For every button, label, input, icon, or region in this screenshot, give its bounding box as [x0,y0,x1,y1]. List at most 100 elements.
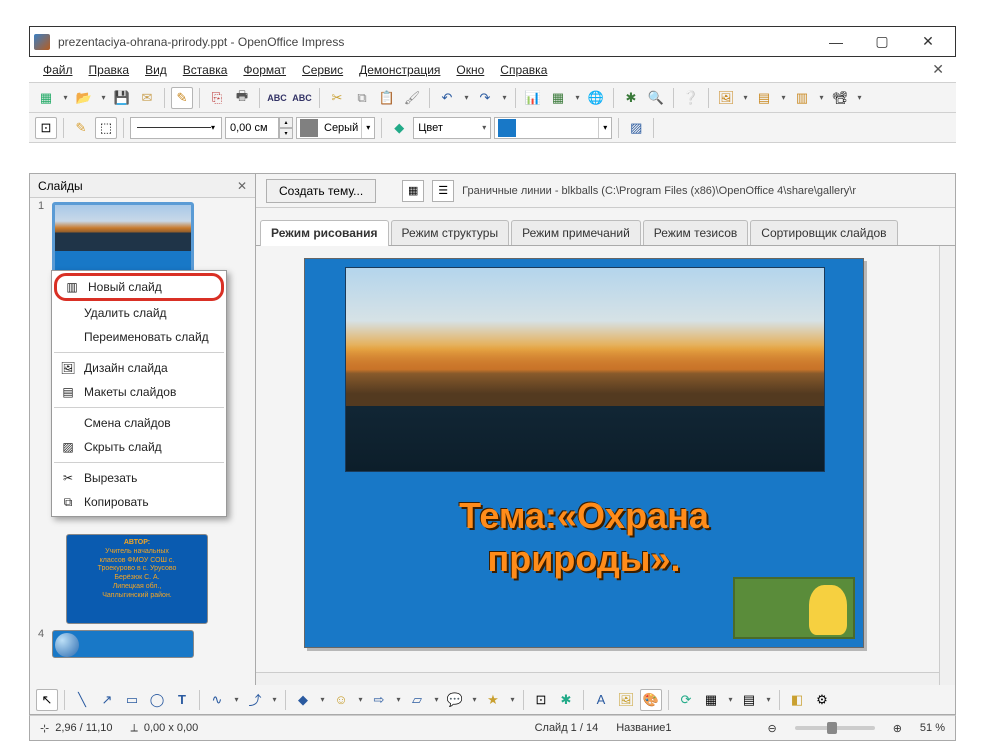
shadow-button[interactable]: ▨ [625,117,647,139]
zoom-slider[interactable] [795,726,875,730]
ctx-delete-slide[interactable]: Удалить слайд [52,301,226,325]
export-pdf-button[interactable]: ⎘ [206,87,228,109]
create-theme-button[interactable]: Создать тему... [266,179,376,203]
ctx-slide-transition[interactable]: Смена слайдов [52,411,226,435]
open-button[interactable]: 📂 [73,87,95,109]
cut-button[interactable]: ✂ [326,87,348,109]
save-button[interactable]: 💾 [111,87,133,109]
area-button[interactable]: ◆ [388,117,410,139]
interaction-tool[interactable]: ⚙ [811,689,833,711]
fontwork-tool[interactable]: A [590,689,612,711]
chart-button[interactable]: 📊 [522,87,544,109]
callout-tool[interactable]: 💬 [444,689,466,711]
menu-window[interactable]: Окно [448,59,492,81]
gallery-list-view[interactable]: ☰ [432,180,454,202]
points-tool[interactable]: ⊡ [530,689,552,711]
tab-outline[interactable]: Режим структуры [391,220,510,245]
menu-tools[interactable]: Сервис [294,59,351,81]
glue-points-button[interactable]: ✎ [70,117,92,139]
menu-help[interactable]: Справка [492,59,555,81]
align-tool[interactable]: ▦ [700,689,722,711]
menu-view[interactable]: Вид [137,59,175,81]
close-button[interactable]: ✕ [905,27,951,57]
extrusion-tool[interactable]: ◧ [786,689,808,711]
edit-file-button[interactable]: ✎ [171,87,193,109]
presentation-button[interactable]: 📽 [829,87,851,109]
maximize-button[interactable]: ▢ [859,27,905,57]
line-color-combo[interactable]: Серый ▾ [296,117,375,139]
new-doc-button[interactable]: ▦ [35,87,57,109]
slide-layout-button[interactable]: ▤ [753,87,775,109]
menu-edit[interactable]: Правка [81,59,138,81]
flowchart-tool[interactable]: ▱ [406,689,428,711]
ctx-slide-design[interactable]: 🖼Дизайн слайда [52,356,226,380]
fill-mode-combo[interactable]: Цвет▾ [413,117,491,139]
arrange-tool[interactable]: ▤ [738,689,760,711]
table-dropdown[interactable] [572,93,582,102]
redo-dropdown[interactable] [499,93,509,102]
tab-drawing[interactable]: Режим рисования [260,220,389,246]
toggle-extrusion-button[interactable]: ⬚ [95,117,117,139]
vertical-scrollbar[interactable] [939,246,955,688]
line-style-combo[interactable]: ▾ [130,117,222,139]
email-button[interactable]: ✉ [136,87,158,109]
zoom-button[interactable]: 🔍 [645,87,667,109]
text-tool[interactable]: T [171,689,193,711]
ctx-hide-slide[interactable]: ▨Скрыть слайд [52,435,226,459]
table-button[interactable]: ▦ [547,87,569,109]
rect-tool[interactable]: ▭ [121,689,143,711]
redo-button[interactable]: ↷ [474,87,496,109]
gallery-tool[interactable]: 🎨 [640,689,662,711]
stars-tool[interactable]: ★ [482,689,504,711]
ctx-slide-layouts[interactable]: ▤Макеты слайдов [52,380,226,404]
tab-notes[interactable]: Режим примечаний [511,220,641,245]
spellcheck-button[interactable]: ABC [266,87,288,109]
tab-handout[interactable]: Режим тезисов [643,220,749,245]
navigator-button[interactable]: ✱ [620,87,642,109]
autospell-button[interactable]: ABC [291,87,313,109]
symbol-shapes-tool[interactable]: ☺ [330,689,352,711]
slide-canvas[interactable]: Тема:«Охрана природы». [304,258,864,648]
ctx-copy[interactable]: ⧉Копировать [52,490,226,514]
menu-file[interactable]: Файл [35,59,81,81]
fill-color-combo[interactable]: ▾ [494,117,612,139]
menu-slideshow[interactable]: Демонстрация [351,59,448,81]
slide-design-button[interactable]: ▥ [791,87,813,109]
new-doc-dropdown[interactable] [60,93,70,102]
hyperlink-button[interactable]: 🌐 [585,87,607,109]
tab-sorter[interactable]: Сортировщик слайдов [750,220,897,245]
arrow-tool[interactable]: ↗ [96,689,118,711]
gluepoints-tool[interactable]: ✱ [555,689,577,711]
zoom-in-button[interactable]: ⊕ [893,722,902,735]
edit-points-button[interactable]: ⊡ [35,117,57,139]
slide-canvas-area[interactable]: Тема:«Охрана природы». [256,246,955,688]
copy-button[interactable]: ⧉ [351,87,373,109]
ctx-new-slide[interactable]: ▥ Новый слайд [56,275,222,299]
minimize-button[interactable]: — [813,27,859,57]
menu-insert[interactable]: Вставка [175,59,236,81]
ctx-rename-slide[interactable]: Переименовать слайд [52,325,226,349]
curve-tool[interactable]: ∿ [206,689,228,711]
zoom-out-button[interactable]: ⊖ [767,722,776,735]
line-width-input[interactable] [225,117,279,139]
from-file-tool[interactable]: 🖼 [615,689,637,711]
ellipse-tool[interactable]: ◯ [146,689,168,711]
rotate-tool[interactable]: ⟳ [675,689,697,711]
gallery-button[interactable]: 🖼 [715,87,737,109]
line-tool[interactable]: ╲ [71,689,93,711]
basic-shapes-tool[interactable]: ◆ [292,689,314,711]
slide-thumb-3[interactable]: АВТОР: Учитель начальных классов ФМОУ СО… [66,534,208,624]
gallery-icons-view[interactable]: ▦ [402,180,424,202]
open-dropdown[interactable] [98,93,108,102]
slide-panel-close[interactable]: ✕ [237,179,247,193]
close-doc-button[interactable]: ✕ [926,61,950,78]
print-button[interactable]: 🖶 [231,87,253,109]
line-width-spinner[interactable]: ▴▾ [225,117,293,139]
paste-button[interactable]: 📋 [376,87,398,109]
slide-thumb-4[interactable] [52,630,194,658]
undo-button[interactable]: ↶ [436,87,458,109]
menu-format[interactable]: Формат [235,59,294,81]
help-button[interactable]: ❔ [680,87,702,109]
zoom-value[interactable]: 51 % [920,722,945,734]
block-arrows-tool[interactable]: ⇨ [368,689,390,711]
